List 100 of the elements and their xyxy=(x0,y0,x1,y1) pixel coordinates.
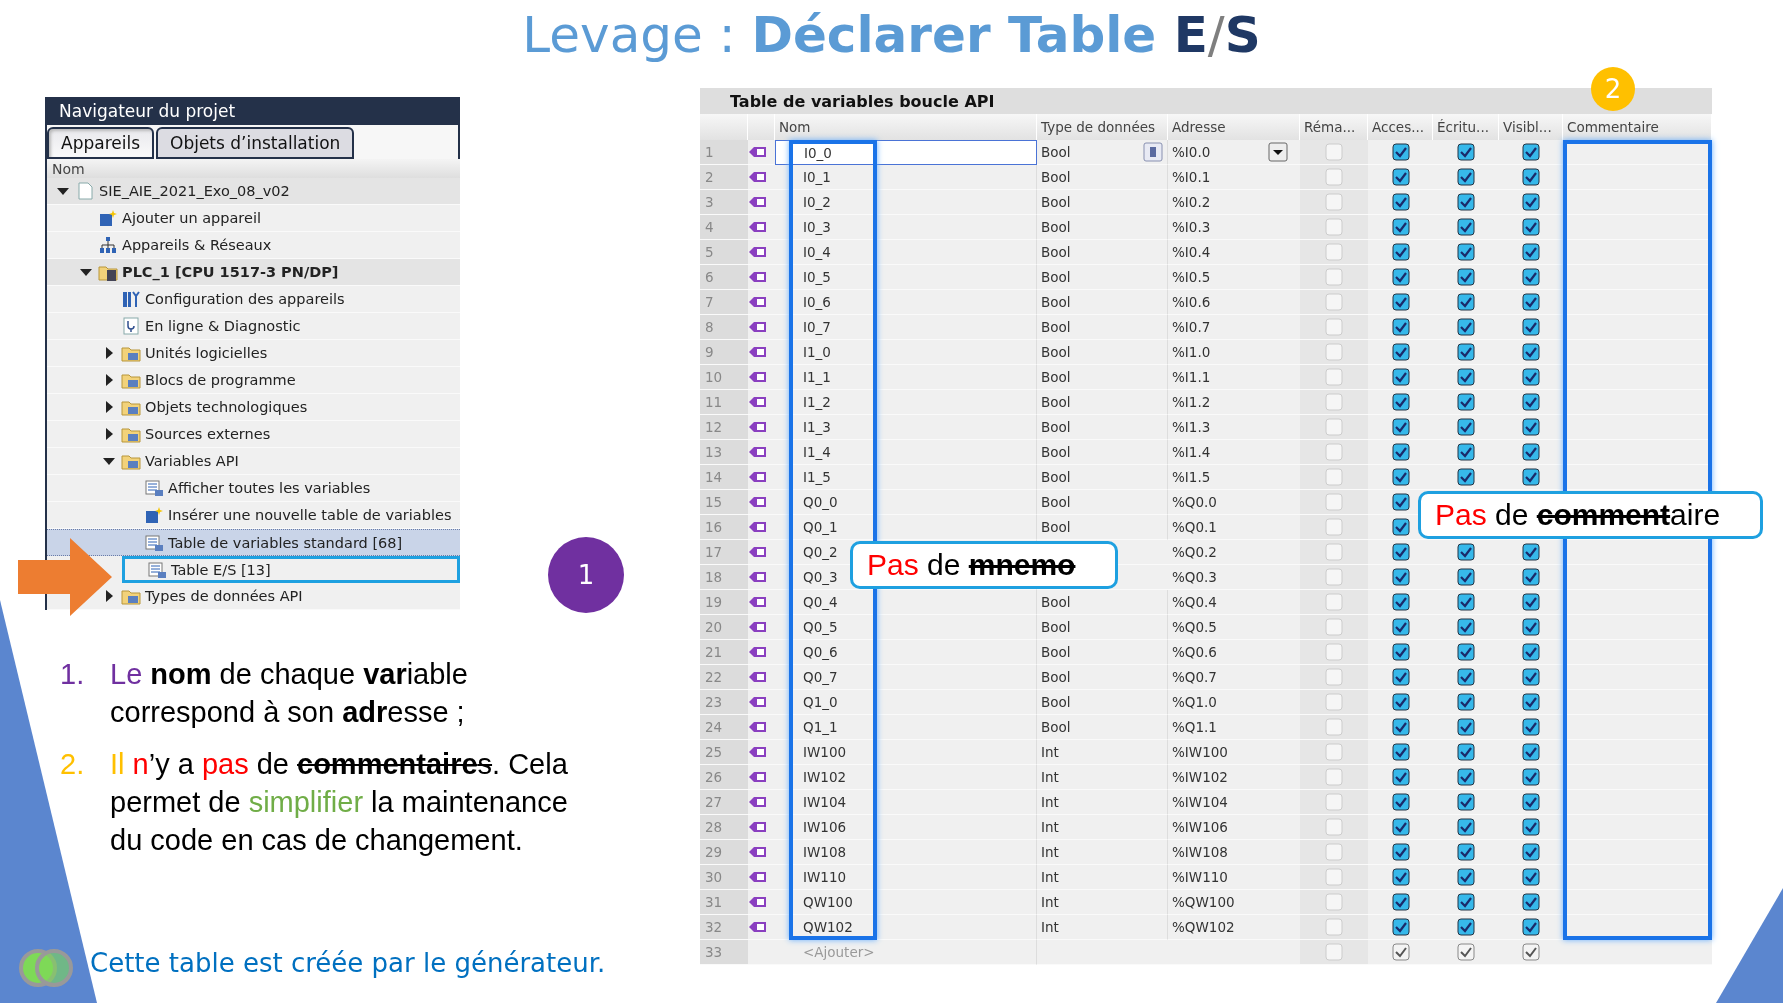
table-cell: I1_0 xyxy=(775,340,1037,365)
column-header: Adresse xyxy=(1168,114,1300,140)
tree-item[interactable]: Configuration des appareils xyxy=(47,286,460,313)
table-cell: Bool xyxy=(1041,519,1071,535)
tree-item[interactable]: Variables API xyxy=(47,448,460,475)
table-cell: %I0.2 xyxy=(1172,194,1211,210)
table-cell: %QW102 xyxy=(1172,919,1235,935)
table-cell: Bool xyxy=(1041,244,1071,260)
table-cell: Q0_7 xyxy=(775,665,1037,690)
tree-item[interactable]: Sources externes xyxy=(47,421,460,448)
table-cell: Q0_0 xyxy=(775,490,1037,515)
table-cell: Bool xyxy=(1041,719,1071,735)
row-number: 27 xyxy=(700,790,748,815)
table-cell: %I0.6 xyxy=(1172,294,1211,310)
table-cell: %I1.0 xyxy=(1172,344,1211,360)
tab[interactable]: Appareils xyxy=(47,127,154,160)
tree-item[interactable]: Afficher toutes les variables xyxy=(47,475,460,502)
column-header: Réma... xyxy=(1300,114,1368,140)
row-number: 5 xyxy=(700,240,748,265)
table-cell: IW106 xyxy=(775,815,1037,840)
table-cell: Int xyxy=(1041,794,1059,810)
table-cell: Bool xyxy=(1041,469,1071,485)
column-header: Écritu... xyxy=(1433,114,1499,140)
table-cell: %I1.1 xyxy=(1172,369,1211,385)
row-number: 21 xyxy=(700,640,748,665)
slide-title: Levage : Déclarer Table E/S xyxy=(521,6,1262,64)
column-header: Acces... xyxy=(1368,114,1433,140)
footer-text: Cette table est créée par le générateur. xyxy=(90,948,606,978)
table-cell: %Q0.3 xyxy=(1172,569,1217,585)
table-cell: Q1_1 xyxy=(775,715,1037,740)
table-cell: Q0_5 xyxy=(775,615,1037,640)
table-cell: %IW108 xyxy=(1172,844,1228,860)
table-cell: %I0.5 xyxy=(1172,269,1211,285)
number-badge: 1 xyxy=(548,537,624,613)
row-number: 7 xyxy=(700,290,748,315)
row-number: 20 xyxy=(700,615,748,640)
table-cell: Q0_6 xyxy=(775,640,1037,665)
tree-item[interactable]: PLC_1 [CPU 1517-3 PN/DP] xyxy=(47,259,460,286)
row-number: 22 xyxy=(700,665,748,690)
row-number: 30 xyxy=(700,865,748,890)
table-cell: %Q0.6 xyxy=(1172,644,1217,660)
table-cell: Int xyxy=(1041,844,1059,860)
tree-item[interactable]: Table E/S [13] xyxy=(122,556,460,583)
row-number: 23 xyxy=(700,690,748,715)
row-number: 11 xyxy=(700,390,748,415)
table-cell: Int xyxy=(1041,819,1059,835)
tree-item[interactable]: SIE_AIE_2021_Exo_08_v02 xyxy=(47,178,460,205)
table-cell: %I1.5 xyxy=(1172,469,1211,485)
row-number: 1 xyxy=(700,140,748,165)
table-cell: Bool xyxy=(1041,394,1071,410)
table-cell: Q1_0 xyxy=(775,690,1037,715)
row-number: 2 xyxy=(700,165,748,190)
tree-item[interactable]: En ligne & Diagnostic xyxy=(47,313,460,340)
table-cell: Bool xyxy=(1041,444,1071,460)
table-cell: Int xyxy=(1041,919,1059,935)
table-cell: I1_3 xyxy=(775,415,1037,440)
row-number: 33 xyxy=(700,940,748,965)
row-number: 6 xyxy=(700,265,748,290)
table-cell: %Q0.4 xyxy=(1172,594,1217,610)
column-header: Nom xyxy=(47,159,460,178)
table-cell: %QW100 xyxy=(1172,894,1235,910)
table-cell: %Q0.7 xyxy=(1172,669,1217,685)
table-cell: %I1.2 xyxy=(1172,394,1211,410)
tree-item[interactable]: Unités logicielles xyxy=(47,340,460,367)
table-cell: %I0.4 xyxy=(1172,244,1211,260)
table-cell: Bool xyxy=(1041,594,1071,610)
table-cell: Q0_1 xyxy=(775,515,1037,540)
table-cell: %Q1.0 xyxy=(1172,694,1217,710)
row-number: 15 xyxy=(700,490,748,515)
tree-item[interactable]: Ajouter un appareil xyxy=(47,205,460,232)
table-cell: Int xyxy=(1041,894,1059,910)
table-cell: %Q0.1 xyxy=(1172,519,1217,535)
table-cell: I0_6 xyxy=(775,290,1037,315)
tab[interactable]: Objets d’installation xyxy=(156,127,355,160)
panel-title: Navigateur du projet xyxy=(47,97,460,126)
table-cell: Bool xyxy=(1041,219,1071,235)
table-cell: %I0.1 xyxy=(1172,169,1211,185)
table-cell: IW110 xyxy=(775,865,1037,890)
table-cell: Bool xyxy=(1041,344,1071,360)
row-number: 28 xyxy=(700,815,748,840)
table-cell: Bool xyxy=(1041,669,1071,685)
table-cell: I1_2 xyxy=(775,390,1037,415)
table-cell: %IW106 xyxy=(1172,819,1228,835)
table-cell: I1_5 xyxy=(775,465,1037,490)
row-number: 9 xyxy=(700,340,748,365)
table-cell: %IW110 xyxy=(1172,869,1228,885)
tree-item[interactable]: Table de variables standard [68] xyxy=(47,529,460,556)
table-cell: I0_7 xyxy=(775,315,1037,340)
table-cell: Bool xyxy=(1041,169,1071,185)
row-number: 25 xyxy=(700,740,748,765)
table-cell: Bool xyxy=(1041,694,1071,710)
row-number: 19 xyxy=(700,590,748,615)
table-cell: %IW102 xyxy=(1172,769,1228,785)
column-header: Visibl... xyxy=(1499,114,1563,140)
tree-item[interactable]: Objets technologiques xyxy=(47,394,460,421)
table-cell: IW102 xyxy=(775,765,1037,790)
tree-item[interactable]: Blocs de programme xyxy=(47,367,460,394)
table-cell: Bool xyxy=(1041,294,1071,310)
callout-label: Pas de mnemo xyxy=(850,541,1118,589)
row-number: 17 xyxy=(700,540,748,565)
